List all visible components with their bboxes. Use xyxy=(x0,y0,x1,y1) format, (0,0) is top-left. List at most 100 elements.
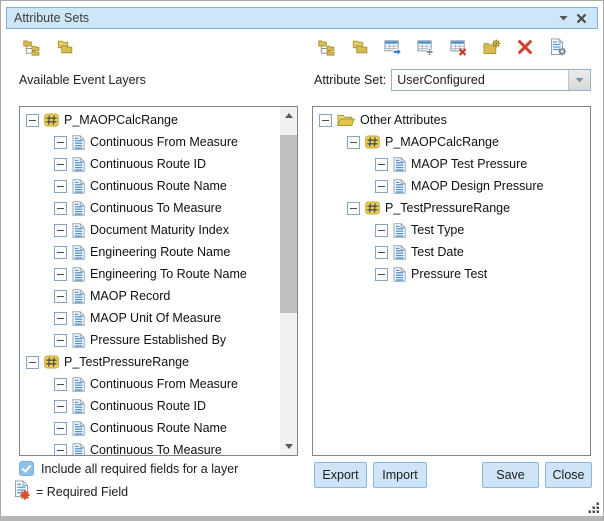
tree-item[interactable]: Document Maturity Index xyxy=(20,219,280,241)
collapse-icon[interactable] xyxy=(554,10,572,26)
tree-item[interactable]: Other Attributes xyxy=(313,109,590,131)
tree-item-label: Continuous Route Name xyxy=(90,179,227,193)
include-required-fields-checkbox[interactable] xyxy=(19,461,34,476)
collapse-event-layers-icon[interactable] xyxy=(56,38,74,56)
collapse-toggle-icon[interactable] xyxy=(54,202,67,215)
close-icon[interactable] xyxy=(572,10,590,26)
collapse-toggle-icon[interactable] xyxy=(54,246,67,259)
export-button[interactable]: Export xyxy=(314,462,367,488)
collapse-attribute-set-icon[interactable] xyxy=(351,38,369,56)
expand-event-layers-icon[interactable] xyxy=(23,38,41,56)
tree-item[interactable]: Engineering Route Name xyxy=(20,241,280,263)
collapse-toggle-icon[interactable] xyxy=(54,444,67,456)
collapse-toggle-icon[interactable] xyxy=(54,290,67,303)
delete-icon[interactable] xyxy=(516,38,534,56)
field-icon xyxy=(393,245,406,260)
collapse-toggle-icon[interactable] xyxy=(375,158,388,171)
field-icon xyxy=(72,267,85,282)
field-icon xyxy=(72,135,85,150)
tree-item-label: Document Maturity Index xyxy=(90,223,229,237)
collapse-toggle-icon[interactable] xyxy=(375,224,388,237)
available-layers-panel: P_MAOPCalcRange Continuous From Measure Co… xyxy=(19,106,298,456)
field-icon xyxy=(72,245,85,260)
import-button[interactable]: Import xyxy=(373,462,427,488)
field-icon xyxy=(72,443,85,456)
tree-item[interactable]: Continuous To Measure xyxy=(20,197,280,219)
collapse-toggle-icon[interactable] xyxy=(54,334,67,347)
expand-attribute-set-icon[interactable] xyxy=(318,38,336,56)
configure-document-icon[interactable] xyxy=(549,38,567,56)
include-required-fields-option[interactable]: Include all required fields for a layer xyxy=(19,461,238,476)
tree-item[interactable]: Continuous Route ID xyxy=(20,153,280,175)
tree-item[interactable]: MAOP Unit Of Measure xyxy=(20,307,280,329)
tree-item-label: Engineering To Route Name xyxy=(90,267,247,281)
collapse-toggle-icon[interactable] xyxy=(26,114,39,127)
attribute-sets-dialog: Attribute Sets xyxy=(0,0,604,521)
tree-item[interactable]: Continuous To Measure xyxy=(20,439,280,455)
close-button[interactable]: Close xyxy=(545,462,592,488)
tree-item[interactable]: Pressure Established By xyxy=(20,329,280,351)
field-icon xyxy=(72,201,85,216)
tree-item[interactable]: P_TestPressureRange xyxy=(20,351,280,373)
attribute-set-dropdown[interactable]: UserConfigured xyxy=(391,69,591,91)
tree-item-label: Test Date xyxy=(411,245,464,259)
tree-item[interactable]: Continuous From Measure xyxy=(20,373,280,395)
tree-item[interactable]: Continuous Route ID xyxy=(20,395,280,417)
collapse-toggle-icon[interactable] xyxy=(54,224,67,237)
tree-item-label: Test Type xyxy=(411,223,464,237)
add-table-icon[interactable] xyxy=(417,38,435,56)
collapse-toggle-icon[interactable] xyxy=(375,180,388,193)
tree-item[interactable]: MAOP Test Pressure xyxy=(313,153,590,175)
export-table-icon[interactable] xyxy=(384,38,402,56)
tree-item-label: Continuous To Measure xyxy=(90,201,222,215)
tree-item[interactable]: P_TestPressureRange xyxy=(313,197,590,219)
tree-item[interactable]: MAOP Design Pressure xyxy=(313,175,590,197)
tree-item[interactable]: P_MAOPCalcRange xyxy=(20,109,280,131)
collapse-toggle-icon[interactable] xyxy=(54,180,67,193)
collapse-toggle-icon[interactable] xyxy=(375,268,388,281)
collapse-toggle-icon[interactable] xyxy=(54,378,67,391)
field-icon xyxy=(72,179,85,194)
tree-item-label: MAOP Unit Of Measure xyxy=(90,311,221,325)
new-attribute-set-icon[interactable] xyxy=(483,38,501,56)
attribute-set-label: Attribute Set: xyxy=(314,73,386,87)
tree-item[interactable]: Continuous Route Name xyxy=(20,417,280,439)
collapse-toggle-icon[interactable] xyxy=(347,136,360,149)
vertical-scrollbar[interactable] xyxy=(280,107,297,455)
collapse-toggle-icon[interactable] xyxy=(26,356,39,369)
tree-item-label: Continuous From Measure xyxy=(90,135,238,149)
tree-item[interactable]: Continuous Route Name xyxy=(20,175,280,197)
resize-grip[interactable] xyxy=(587,501,601,515)
dropdown-arrow-button[interactable] xyxy=(568,70,590,90)
collapse-toggle-icon[interactable] xyxy=(54,312,67,325)
titlebar[interactable]: Attribute Sets xyxy=(6,7,598,29)
collapse-toggle-icon[interactable] xyxy=(54,136,67,149)
scrollbar-thumb[interactable] xyxy=(280,135,297,313)
collapse-toggle-icon[interactable] xyxy=(54,422,67,435)
collapse-toggle-icon[interactable] xyxy=(347,202,360,215)
scrollbar-up-button[interactable] xyxy=(280,107,297,124)
required-field-legend: = Required Field xyxy=(14,480,128,503)
collapse-toggle-icon[interactable] xyxy=(54,158,67,171)
collapse-toggle-icon[interactable] xyxy=(54,400,67,413)
tree-item[interactable]: Test Type xyxy=(313,219,590,241)
tree-item[interactable]: MAOP Record xyxy=(20,285,280,307)
field-icon xyxy=(72,157,85,172)
collapse-toggle-icon[interactable] xyxy=(54,268,67,281)
tree-item-label: Continuous From Measure xyxy=(90,377,238,391)
toolbar-left xyxy=(23,38,74,56)
remove-table-icon[interactable] xyxy=(450,38,468,56)
collapse-toggle-icon[interactable] xyxy=(319,114,332,127)
tree-item[interactable]: P_MAOPCalcRange xyxy=(313,131,590,153)
tree-item[interactable]: Pressure Test xyxy=(313,263,590,285)
collapse-toggle-icon[interactable] xyxy=(375,246,388,259)
tree-item-label: P_TestPressureRange xyxy=(385,201,510,215)
tree-item[interactable]: Test Date xyxy=(313,241,590,263)
tree-item[interactable]: Engineering To Route Name xyxy=(20,263,280,285)
attribute-set-tree: Other AttributesP_MAOPCalcRangeMAOP Test… xyxy=(313,107,590,455)
attribute-set-dropdown-value: UserConfigured xyxy=(392,73,568,87)
save-button[interactable]: Save xyxy=(482,462,539,488)
tree-item-label: P_TestPressureRange xyxy=(64,355,189,369)
scrollbar-down-button[interactable] xyxy=(280,438,297,455)
tree-item[interactable]: Continuous From Measure xyxy=(20,131,280,153)
